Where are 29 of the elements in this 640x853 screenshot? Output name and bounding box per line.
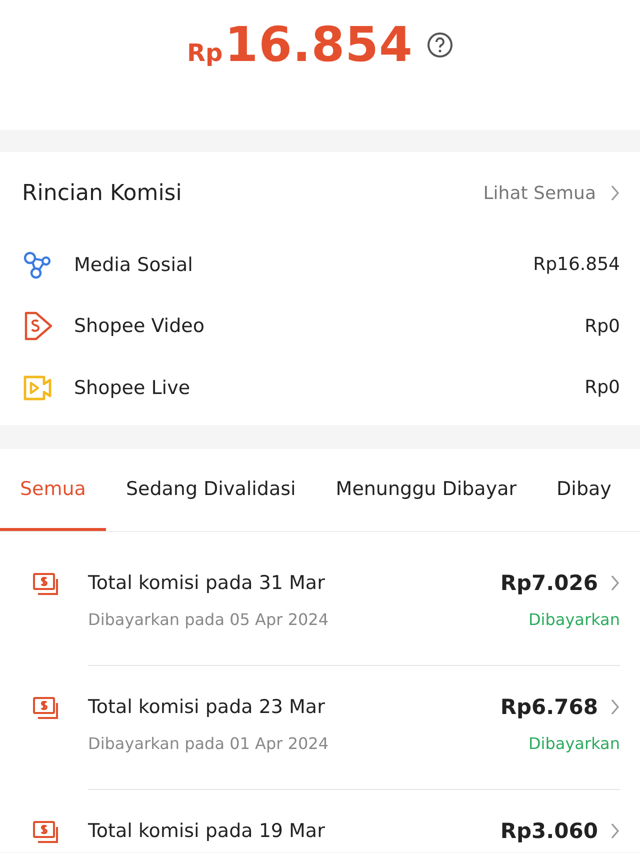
chevron-icon xyxy=(610,698,620,716)
see-all-link[interactable]: Lihat Semua xyxy=(483,182,620,204)
channel-label: Shopee Video xyxy=(74,315,206,338)
payout-amount: Rp3.060 xyxy=(500,819,598,843)
paid-date: Dibayarkan pada 05 Apr 2024 xyxy=(88,610,329,629)
section-title: Rincian Komisi xyxy=(22,180,182,206)
play-icon xyxy=(22,310,54,342)
chevron-icon xyxy=(610,574,620,592)
balance-amount: 16.854 xyxy=(224,17,413,73)
chevron-icon xyxy=(610,822,620,840)
filter-tab[interactable]: Menunggu Dibayar xyxy=(316,449,537,531)
paid-date: Dibayarkan pada 01 Apr 2024 xyxy=(88,734,329,753)
payout-status: Dibayarkan xyxy=(528,610,620,629)
chevron-icon xyxy=(610,184,620,202)
payout-title: Total komisi pada 23 Mar xyxy=(88,696,325,718)
payout-title: Total komisi pada 19 Mar xyxy=(88,820,325,842)
channel-amount: Rp16.854 xyxy=(533,254,620,276)
filter-tab[interactable]: Dibay xyxy=(536,449,632,531)
help-icon[interactable] xyxy=(426,32,453,58)
payout-status: Dibayarkan xyxy=(528,734,620,753)
channel-amount: Rp0 xyxy=(584,377,620,398)
channel-amount: Rp0 xyxy=(584,316,620,337)
currency-label: Rp xyxy=(187,39,223,67)
channel-label: Media Sosial xyxy=(74,254,194,276)
filter-tab[interactable]: Sedang Divalidasi xyxy=(106,449,316,531)
payout-amount: Rp7.026 xyxy=(500,571,598,595)
payout-title: Total komisi pada 31 Mar xyxy=(88,572,325,594)
payout-amount: Rp6.768 xyxy=(500,695,598,719)
channel-label: Shopee Live xyxy=(74,376,192,399)
